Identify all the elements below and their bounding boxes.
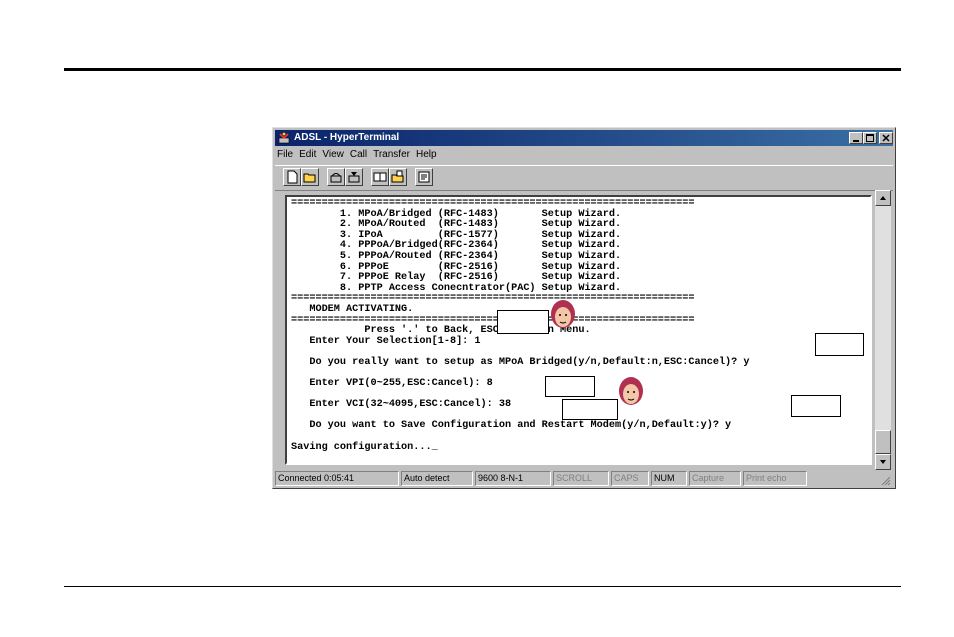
terminal-line: ========================================… [291,198,695,209]
status-capture: Capture [689,471,741,486]
hyperterminal-window: ADSL - HyperTerminal File Edit View Call Tra… [272,127,896,489]
arrow-down-icon [880,460,886,464]
open-button[interactable] [301,168,319,186]
connect-button[interactable] [327,168,345,186]
menu-transfer[interactable]: Transfer [373,147,410,163]
properties-icon [418,171,430,183]
terminal-output: ========================================… [291,198,868,461]
callout-box [497,310,549,334]
receive-icon [391,170,404,183]
menu-help[interactable]: Help [416,147,437,163]
minimize-button[interactable] [849,132,863,144]
properties-button[interactable] [415,168,433,186]
close-icon [882,134,890,142]
operator-face-icon [619,377,643,405]
open-icon [303,173,316,183]
status-connected: Connected 0:05:41 [275,471,399,486]
terminal-line: Enter Your Selection[1-8]: 1 [291,335,481,347]
maximize-icon [866,134,874,142]
minimize-icon [853,140,859,142]
disconnect-button[interactable] [345,168,363,186]
callout-box [562,399,618,420]
operator-face-icon [551,300,575,328]
toolbar [275,165,893,191]
close-button[interactable] [879,132,893,144]
window-title: ADSL - HyperTerminal [294,132,400,143]
maximize-button[interactable] [863,132,877,144]
send-button[interactable] [371,168,389,186]
arrow-up-icon [880,196,886,200]
resize-grip-icon[interactable] [879,474,891,486]
status-num: NUM [651,471,687,486]
menu-view[interactable]: View [322,147,344,163]
connect-icon [330,173,342,183]
terminal-screen[interactable]: ========================================… [285,195,872,465]
terminal-line: Do you want to Save Configuration and Re… [291,420,732,432]
status-scroll: SCROLL [553,471,609,486]
status-caps: CAPS [611,471,649,486]
scrollbar-thumb[interactable] [875,430,891,454]
disconnect-icon [348,172,360,183]
terminal-line: Do you really want to setup as MPoA Brid… [291,356,750,368]
new-connection-button[interactable] [283,168,301,186]
menu-file[interactable]: File [277,147,293,163]
hyperterminal-app-icon [278,132,290,144]
status-settings: 9600 8-N-1 [475,471,551,486]
menu-call[interactable]: Call [350,147,367,163]
new-icon [287,170,298,184]
footer-rule [64,586,901,587]
title-bar[interactable]: ADSL - HyperTerminal [275,130,893,146]
callout-box [791,395,841,417]
status-print-echo: Print echo [743,471,807,486]
scroll-down-button[interactable] [875,454,891,470]
terminal-line: MODEM ACTIVATING. [291,303,414,315]
scroll-up-button[interactable] [875,190,891,206]
receive-button[interactable] [389,168,407,186]
status-detect: Auto detect [401,471,473,486]
menu-edit[interactable]: Edit [299,147,316,163]
terminal-line: 5. PPPoA/Routed (RFC-2364) Setup Wizard. [291,250,622,262]
callout-box [545,376,595,397]
send-icon [373,172,387,182]
status-bar: Connected 0:05:41 Auto detect 9600 8-N-1… [275,471,893,487]
menu-bar: File Edit View Call Transfer Help [277,147,443,163]
terminal-line: Saving configuration..._ [291,441,438,453]
vertical-scrollbar[interactable] [875,190,891,470]
callout-box [815,333,864,356]
header-rule [64,68,901,71]
